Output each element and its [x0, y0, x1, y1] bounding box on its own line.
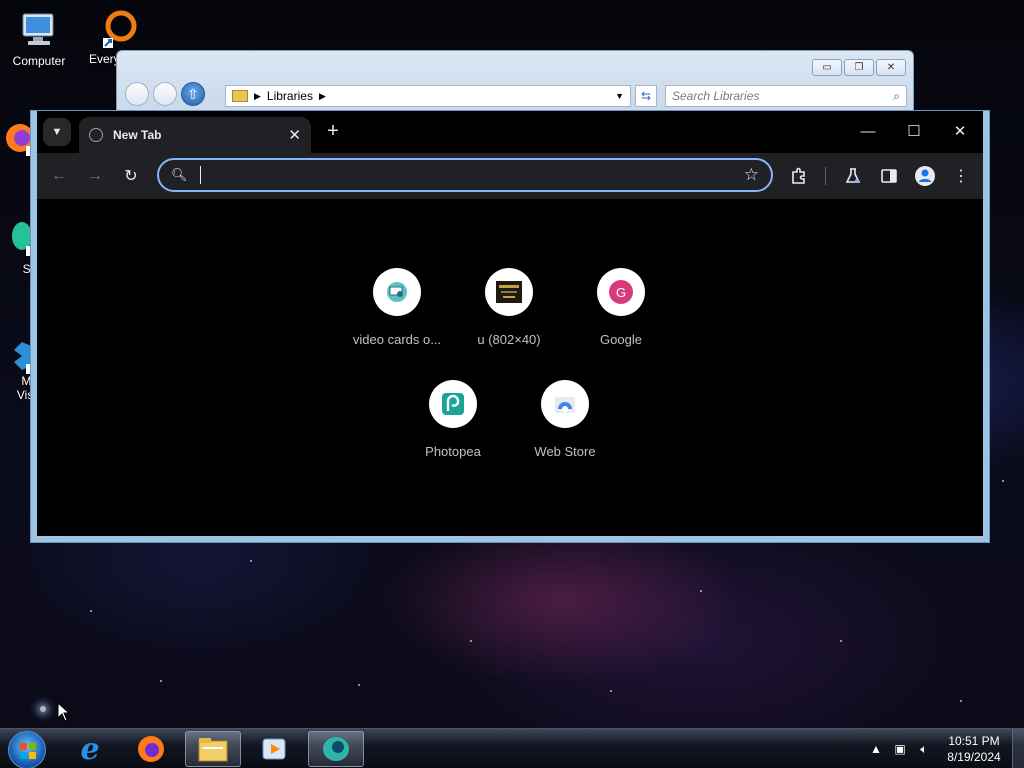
chevron-down-icon: ▼ — [51, 126, 63, 138]
photopea-icon — [429, 380, 477, 428]
show-hidden-icons-icon[interactable]: ▲ — [864, 742, 888, 756]
mouse-cursor-icon — [57, 701, 71, 727]
breadcrumb-chevron-icon: ▶ — [254, 90, 261, 101]
profile-avatar-icon[interactable] — [911, 162, 939, 190]
start-button[interactable] — [8, 731, 46, 768]
desktop-icon-label: Computer — [12, 54, 66, 68]
shortcut-tile[interactable]: Photopea — [397, 380, 509, 459]
clock-date: 8/19/2024 — [947, 750, 1001, 764]
maximize-icon[interactable]: ☐ — [891, 111, 937, 151]
minimize-icon[interactable]: — — [845, 111, 891, 151]
new-tab-page: video cards o... u (802×40) G Google Pho… — [37, 199, 983, 536]
close-icon[interactable]: ✕ — [876, 59, 906, 76]
shortcut-tile[interactable]: u (802×40) — [453, 268, 565, 347]
volume-muted-icon[interactable]: 🔈︎ — [912, 742, 936, 757]
image-thumbnail-icon — [485, 268, 533, 316]
shortcut-tile[interactable]: video cards o... — [341, 268, 453, 347]
shortcut-label: Web Store — [534, 444, 596, 459]
explorer-search-placeholder: Search Libraries — [672, 89, 760, 103]
close-tab-icon[interactable]: ✕ — [288, 126, 301, 144]
web-store-icon — [541, 380, 589, 428]
google-g-letter: G — [609, 280, 633, 304]
back-button[interactable] — [125, 82, 149, 106]
file-explorer-icon — [198, 738, 228, 762]
chrome-window[interactable]: ▼ New Tab ✕ + — ☐ ✕ ← → ↻ 🔍︎ ☆ ⋮ video c… — [30, 110, 990, 543]
omnibox[interactable]: 🔍︎ ☆ — [157, 158, 773, 192]
up-button[interactable]: ⇧ — [181, 82, 205, 106]
explorer-window-controls: ▭ ❐ ✕ — [812, 59, 906, 76]
explorer-search-box[interactable]: Search Libraries ⌕ — [665, 85, 907, 107]
extensions-puzzle-icon[interactable] — [785, 162, 813, 190]
desktop-icon-computer[interactable]: Computer — [3, 10, 75, 68]
taskbar-app-edge[interactable] — [308, 731, 364, 767]
edge-legacy-icon — [323, 737, 349, 761]
breadcrumb-chevron-icon[interactable]: ▶ — [319, 91, 326, 102]
text-caret — [199, 166, 201, 184]
clock-time: 10:51 PM — [948, 734, 1000, 748]
toolbar-separator — [825, 167, 826, 185]
taskbar-app-file-explorer[interactable] — [185, 731, 241, 767]
globe-icon — [89, 128, 103, 142]
search-icon: 🔍︎ — [171, 167, 188, 182]
windows-logo-icon — [20, 743, 36, 759]
explorer-address-bar[interactable]: ▶ Libraries ▶ ▼ — [225, 85, 631, 107]
shortcut-tile[interactable]: G Google — [565, 268, 677, 347]
shortcut-label: u (802×40) — [477, 332, 541, 347]
search-icon: ⌕ — [893, 88, 900, 103]
new-tab-button[interactable]: + — [321, 120, 345, 143]
maximize-icon[interactable]: ❐ — [844, 59, 874, 76]
firefox-icon — [138, 736, 164, 762]
forward-button[interactable] — [153, 82, 177, 106]
back-arrow-icon[interactable]: ← — [45, 162, 73, 190]
computer-icon — [19, 10, 59, 50]
libraries-folder-icon — [232, 90, 248, 102]
chrome-toolbar: ← → ↻ 🔍︎ ☆ ⋮ — [37, 153, 983, 199]
forward-arrow-icon[interactable]: → — [81, 162, 109, 190]
omnibox-input[interactable] — [202, 167, 744, 183]
media-player-icon — [262, 738, 286, 760]
clock[interactable]: 10:51 PM 8/19/2024 — [936, 733, 1012, 765]
taskbar-app-firefox[interactable] — [123, 731, 179, 767]
taskbar-app-media-player[interactable] — [246, 731, 302, 767]
menu-kebab-icon[interactable]: ⋮ — [947, 162, 975, 190]
internet-explorer-icon: e — [80, 731, 100, 767]
address-dropdown-icon[interactable]: ▼ — [615, 91, 630, 101]
breadcrumb-libraries[interactable]: Libraries — [267, 89, 313, 103]
video-cards-site-icon — [373, 268, 421, 316]
minimize-icon[interactable]: ▭ — [812, 59, 842, 76]
system-tray: ▲ ▣ 🔈︎ 10:51 PM 8/19/2024 — [864, 729, 1024, 768]
chrome-window-controls: — ☐ ✕ — [845, 111, 983, 151]
taskbar: e ▲ ▣ 🔈︎ 10:51 PM 8/19/2024 — [0, 728, 1024, 768]
labs-flask-icon[interactable] — [839, 162, 867, 190]
network-icon[interactable]: ▣ — [888, 742, 912, 756]
google-g-icon: G — [597, 268, 645, 316]
tab-new-tab[interactable]: New Tab ✕ — [79, 117, 311, 153]
explorer-nav: ⇧ — [125, 82, 205, 106]
reload-icon[interactable]: ↻ — [117, 162, 145, 190]
refresh-button[interactable]: ⇆ — [635, 85, 657, 107]
tab-search-button[interactable]: ▼ — [43, 118, 71, 146]
tab-title: New Tab — [113, 128, 162, 142]
everything-search-icon — [97, 8, 137, 48]
shortcut-tile[interactable]: Web Store — [509, 380, 621, 459]
tab-strip: ▼ New Tab ✕ + — ☐ ✕ — [37, 111, 983, 153]
shortcut-label: video cards o... — [352, 332, 442, 347]
taskbar-app-internet-explorer[interactable]: e — [62, 731, 118, 767]
close-icon[interactable]: ✕ — [937, 111, 983, 151]
side-panel-icon[interactable] — [875, 162, 903, 190]
bookmark-star-icon[interactable]: ☆ — [744, 165, 759, 185]
shortcut-label: Google — [600, 332, 642, 347]
shortcut-label: Photopea — [425, 444, 481, 459]
show-desktop-button[interactable] — [1012, 729, 1024, 768]
